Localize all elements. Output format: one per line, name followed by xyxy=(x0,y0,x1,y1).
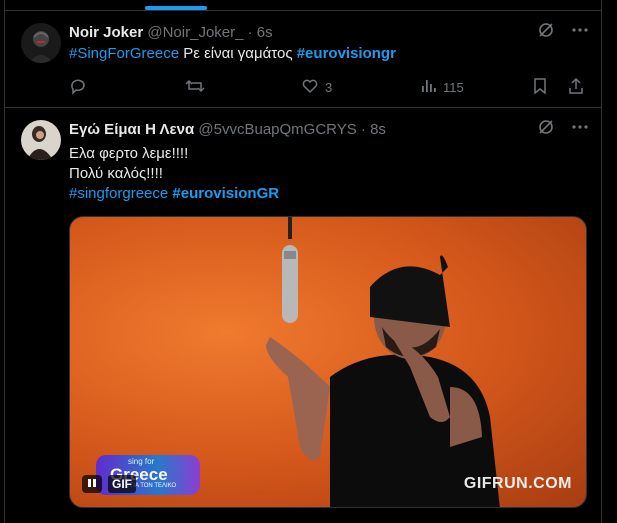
hashtag-link[interactable]: #eurovisiongr xyxy=(297,45,396,62)
watermark: GIFRUN.COM xyxy=(463,475,572,492)
hashtag-link[interactable]: #eurovisionGR xyxy=(172,185,279,202)
retweet-icon xyxy=(185,77,205,98)
timeline: Noir Joker @Noir_Joker_ · 6s #SingForGre… xyxy=(4,0,602,523)
hashtag-link[interactable]: #SingForGreece xyxy=(69,45,179,62)
like-icon xyxy=(301,77,319,98)
tweet-text: Ελα φερτο λεμε!!!! Πολύ καλός!!!! #singf… xyxy=(69,144,585,204)
tweet-text: #SingForGreece Ρε είναι γαμάτος #eurovis… xyxy=(69,44,585,64)
gif-media[interactable]: sing for Greece ΓΙΑ ΤΟΝ ΤΕΛΙΚΟ GIF GIFRU… xyxy=(69,216,587,508)
reply-button[interactable] xyxy=(69,77,185,98)
gif-badge: GIF xyxy=(108,475,136,493)
like-count: 3 xyxy=(325,79,333,95)
retweet-button[interactable] xyxy=(185,77,301,98)
bookmark-icon[interactable] xyxy=(531,77,549,98)
views-button[interactable]: 115 xyxy=(419,77,527,98)
tweet-header: Noir Joker @Noir_Joker_ · 6s xyxy=(69,23,589,43)
pause-icon xyxy=(87,475,97,493)
tab-bar xyxy=(5,0,601,11)
view-count: 115 xyxy=(443,79,464,95)
tweet-actions: 3 115 xyxy=(69,76,585,98)
display-name[interactable]: Noir Joker xyxy=(69,24,143,41)
share-icon[interactable] xyxy=(567,77,585,98)
reply-icon xyxy=(69,77,87,98)
gif-controls: GIF xyxy=(82,475,136,493)
pause-button[interactable] xyxy=(82,475,102,493)
tweet[interactable]: Εγώ Είμαι Η Λενα @5vvcBuapQmGCRYS · 8s Ε… xyxy=(5,108,601,523)
hashtag-link[interactable]: #singforgreece xyxy=(69,185,168,202)
logo-text: ΓΙΑ ΤΟΝ ΤΕΛΙΚΟ xyxy=(130,483,177,489)
tweet-text-line: Πολύ καλός!!!! xyxy=(69,165,163,182)
tweet-header: Εγώ Είμαι Η Λενα @5vvcBuapQmGCRYS · 8s xyxy=(69,120,589,140)
like-button[interactable]: 3 xyxy=(301,77,419,98)
more-icon[interactable] xyxy=(571,118,589,142)
handle[interactable]: @Noir_Joker_ xyxy=(147,24,243,41)
tweet[interactable]: Noir Joker @Noir_Joker_ · 6s #SingForGre… xyxy=(5,11,601,108)
tweet-text-body: Ρε είναι γαμάτος xyxy=(179,45,297,62)
timestamp[interactable]: · 8s xyxy=(361,121,386,138)
grok-icon[interactable] xyxy=(537,21,555,45)
tweet-text-line: Ελα φερτο λεμε!!!! xyxy=(69,145,189,162)
handle[interactable]: @5vvcBuapQmGCRYS xyxy=(198,121,356,138)
avatar[interactable] xyxy=(21,120,61,160)
more-icon[interactable] xyxy=(571,21,589,45)
display-name[interactable]: Εγώ Είμαι Η Λενα xyxy=(69,121,194,138)
grok-icon[interactable] xyxy=(537,118,555,142)
timestamp[interactable]: · 6s xyxy=(248,24,273,41)
active-tab-indicator xyxy=(145,6,207,10)
views-icon xyxy=(419,77,437,98)
avatar[interactable] xyxy=(21,23,61,63)
